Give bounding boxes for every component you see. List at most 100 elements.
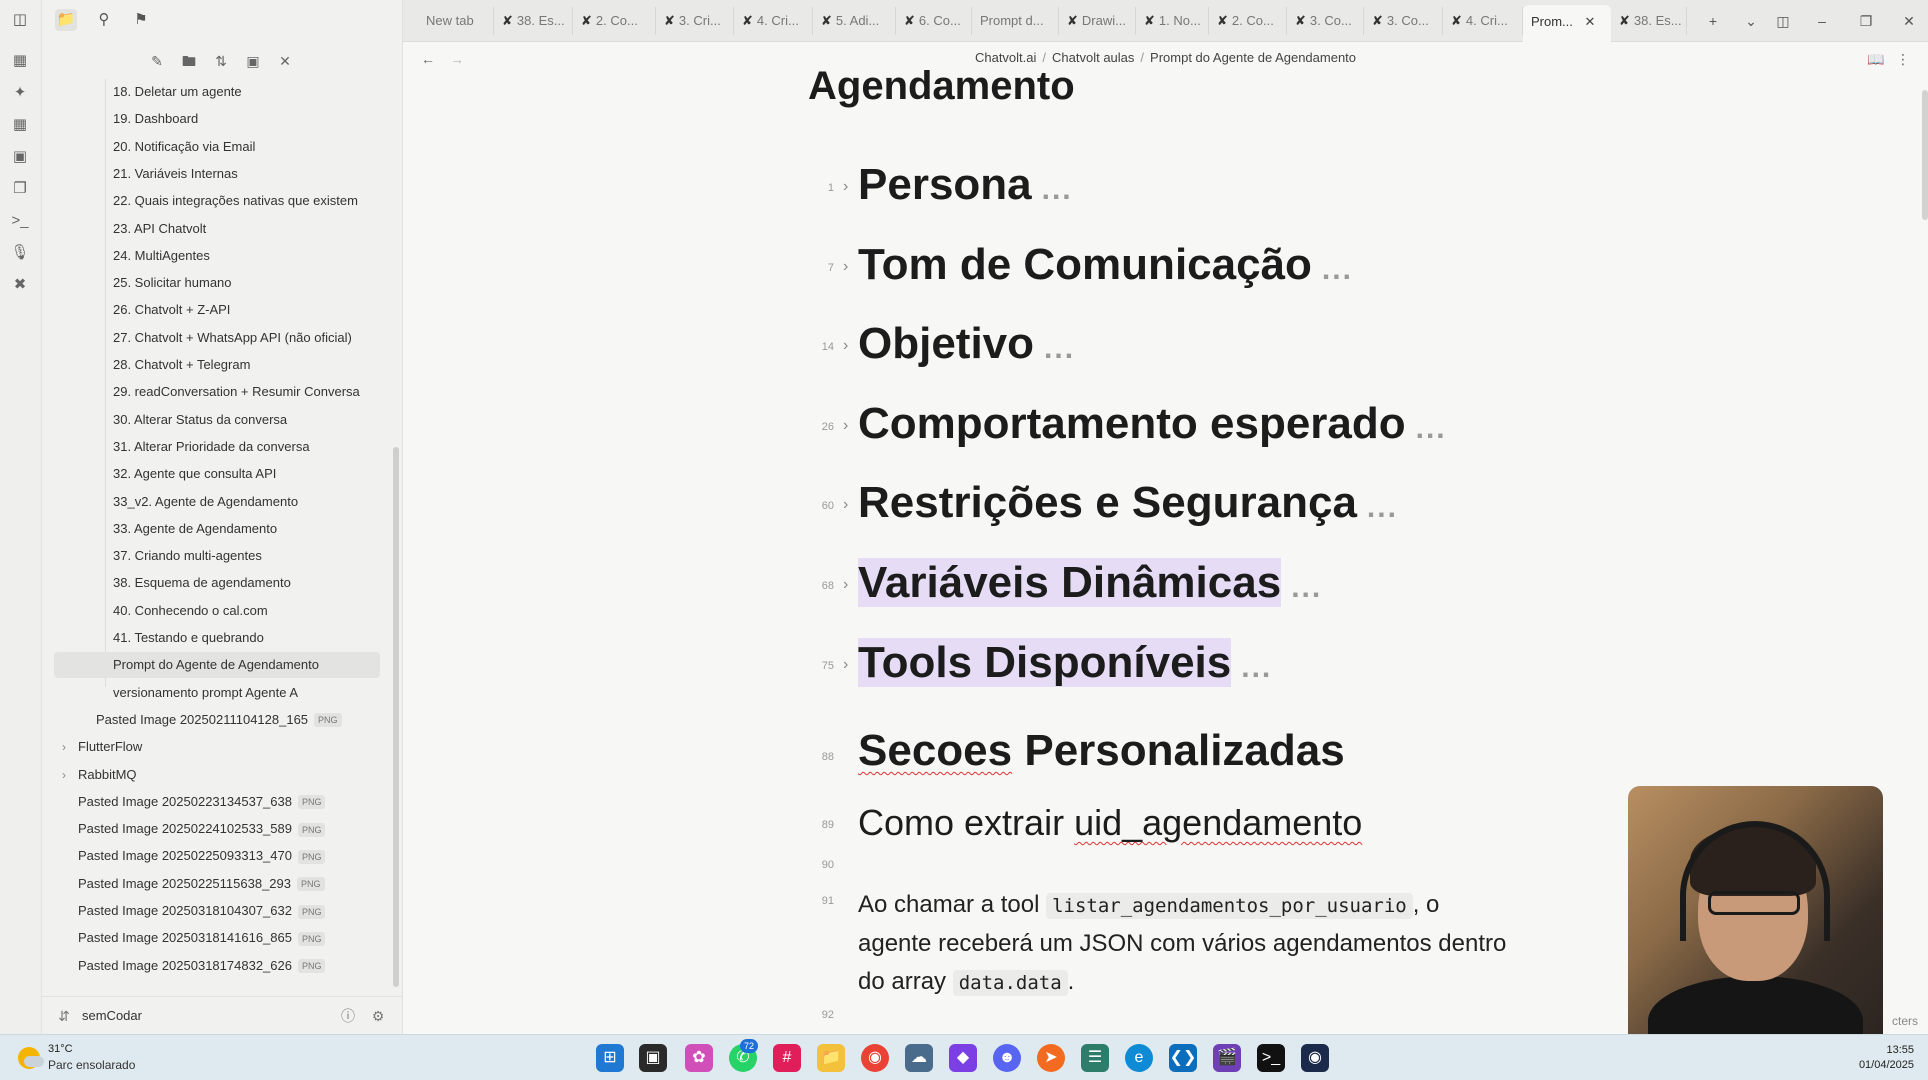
templates-icon[interactable]: ❐: [9, 178, 31, 200]
open-quick-switcher-icon[interactable]: ▦: [9, 50, 31, 72]
file-tree-item[interactable]: versionamento prompt Agente A: [54, 680, 380, 706]
tab-item[interactable]: ✘ 2. Co...: [1209, 7, 1287, 35]
file-tree-item[interactable]: 18. Deletar um agente: [54, 79, 380, 105]
new-note-icon[interactable]: ✎: [146, 50, 168, 72]
reading-view-icon[interactable]: 📖: [1866, 49, 1886, 69]
chevron-right-icon[interactable]: ›: [62, 734, 66, 760]
slack-icon[interactable]: #: [773, 1044, 801, 1072]
file-tree-item[interactable]: Pasted Image 20250225115638_293 PNG: [54, 871, 380, 897]
folded-content-indicator[interactable]: ...: [1044, 332, 1075, 365]
heading-secoes-personalizadas[interactable]: Secoes Personalizadas: [858, 726, 1345, 776]
folded-heading[interactable]: Tools Disponíveis...: [858, 638, 1272, 688]
help-icon[interactable]: ⓘ: [338, 1006, 358, 1026]
vault-switcher[interactable]: ⇵ semCodar ⓘ ⚙: [42, 996, 403, 1034]
file-tree-item[interactable]: 41. Testando e quebrando: [54, 625, 380, 651]
fold-chevron-icon[interactable]: ›: [843, 496, 848, 514]
files-icon[interactable]: 📁: [55, 9, 77, 31]
tab-item[interactable]: ✘ 4. Cri...: [734, 7, 813, 35]
settings-gear-icon[interactable]: ⚙: [368, 1006, 388, 1026]
vscode-icon[interactable]: ❮❯: [1169, 1044, 1197, 1072]
file-tree-item[interactable]: 28. Chatvolt + Telegram: [54, 352, 380, 378]
edge-icon[interactable]: e: [1125, 1044, 1153, 1072]
misspelled-word[interactable]: uid_agendamento: [1074, 802, 1362, 843]
file-tree-item[interactable]: 29. readConversation + Resumir Conversa: [54, 379, 380, 405]
chevron-right-icon[interactable]: ›: [62, 762, 66, 788]
collapse-icon[interactable]: ▣: [242, 50, 264, 72]
paragraph[interactable]: Ao chamar a tool listar_agendamentos_por…: [858, 886, 1518, 1002]
close-window-icon[interactable]: ✕: [1898, 10, 1920, 32]
close-all-icon[interactable]: ✕: [274, 50, 296, 72]
more-options-icon[interactable]: ⋮: [1893, 49, 1913, 69]
discord-icon[interactable]: ☻: [993, 1044, 1021, 1072]
tools-icon[interactable]: ✖: [9, 274, 31, 296]
task-view-icon[interactable]: ▣: [639, 1044, 667, 1072]
folded-content-indicator[interactable]: ...: [1241, 651, 1272, 684]
minimize-window-icon[interactable]: –: [1811, 10, 1833, 32]
postman-icon[interactable]: ➤: [1037, 1044, 1065, 1072]
toggle-sidebar-icon[interactable]: ◫: [9, 9, 31, 31]
tab-item[interactable]: ✘ 6. Co...: [896, 7, 972, 35]
system-clock[interactable]: 13:55 01/04/2025: [1859, 1043, 1914, 1073]
breadcrumb-item[interactable]: Chatvolt aulas: [1052, 50, 1134, 65]
tab-item[interactable]: ✘ 4. Cri...: [1443, 7, 1523, 35]
folded-heading[interactable]: Persona...: [858, 160, 1073, 210]
clapper-icon[interactable]: 🎬: [1213, 1044, 1241, 1072]
file-tree-item[interactable]: Pasted Image 20250318174832_626 PNG: [54, 953, 380, 979]
folded-heading[interactable]: Restrições e Segurança...: [858, 478, 1398, 528]
fold-chevron-icon[interactable]: ›: [843, 576, 848, 594]
file-tree-item[interactable]: 30. Alterar Status da conversa: [54, 407, 380, 433]
bookmark-icon[interactable]: ⚑: [130, 9, 152, 31]
misspelled-word[interactable]: Secoes: [858, 726, 1012, 775]
folded-heading[interactable]: Objetivo...: [858, 319, 1075, 369]
file-tree-item[interactable]: 21. Variáveis Internas: [54, 161, 380, 187]
file-tree-item[interactable]: 40. Conhecendo o cal.com: [54, 598, 380, 624]
chrome-icon[interactable]: ◉: [861, 1044, 889, 1072]
file-tree-item[interactable]: 23. API Chatvolt: [54, 216, 380, 242]
file-tree-item[interactable]: Pasted Image 20250223134537_638 PNG: [54, 789, 380, 815]
file-tree-item[interactable]: 25. Solicitar humano: [54, 270, 380, 296]
tab-item[interactable]: ✘ 2. Co...: [573, 7, 656, 35]
tab-item[interactable]: ✘ 3. Co...: [1287, 7, 1364, 35]
file-tree-item[interactable]: 26. Chatvolt + Z-API: [54, 297, 380, 323]
screen-capture-icon[interactable]: ◉: [1301, 1044, 1329, 1072]
obsidian-icon[interactable]: ◆: [949, 1044, 977, 1072]
command-palette-icon[interactable]: >_: [9, 210, 31, 232]
tab-item[interactable]: ✘ 1. No...: [1136, 7, 1209, 35]
file-tree-item[interactable]: 38. Esquema de agendamento: [54, 570, 380, 596]
tab-item[interactable]: ✘ 5. Adi...: [813, 7, 896, 35]
fold-chevron-icon[interactable]: ›: [843, 258, 848, 276]
folder-item[interactable]: › RabbitMQ: [54, 762, 380, 788]
folded-heading[interactable]: Variáveis Dinâmicas...: [858, 558, 1322, 608]
folded-content-indicator[interactable]: ...: [1322, 253, 1353, 286]
file-tree-item[interactable]: Pasted Image 20250224102533_589 PNG: [54, 816, 380, 842]
file-tree-item[interactable]: Pasted Image 20250225093313_470 PNG: [54, 843, 380, 869]
tab-item[interactable]: ✘ 3. Co...: [1364, 7, 1443, 35]
breadcrumb-item[interactable]: Chatvolt.ai: [975, 50, 1036, 65]
file-tree-item[interactable]: 33. Agente de Agendamento: [54, 516, 380, 542]
folded-content-indicator[interactable]: ...: [1042, 173, 1073, 206]
fold-chevron-icon[interactable]: ›: [843, 178, 848, 196]
audio-recorder-icon[interactable]: 🎙: [9, 242, 31, 264]
file-tree-item[interactable]: 37. Criando multi-agentes: [54, 543, 380, 569]
start-menu-icon[interactable]: ⊞: [596, 1044, 624, 1072]
tab-item[interactable]: Prompt d...: [972, 7, 1059, 35]
folded-content-indicator[interactable]: ...: [1416, 412, 1447, 445]
tab-item[interactable]: New tab: [418, 7, 494, 35]
file-tree-item[interactable]: 32. Agente que consulta API: [54, 461, 380, 487]
fold-chevron-icon[interactable]: ›: [843, 656, 848, 674]
stack-app-icon[interactable]: ☰: [1081, 1044, 1109, 1072]
tab-item[interactable]: Prom... ✕: [1523, 5, 1611, 42]
file-tree-item[interactable]: 33_v2. Agente de Agendamento: [54, 489, 380, 515]
file-tree-item[interactable]: 20. Notificação via Email: [54, 134, 380, 160]
folder-item[interactable]: › FlutterFlow: [54, 734, 380, 760]
restore-window-icon[interactable]: ❐: [1855, 10, 1877, 32]
fold-chevron-icon[interactable]: ›: [843, 417, 848, 435]
weather-widget[interactable]: 31°C Parc ensolarado: [14, 1043, 164, 1075]
graph-view-icon[interactable]: ✦: [9, 82, 31, 104]
vault-switch-icon[interactable]: ⇵: [54, 1006, 74, 1026]
tab-item[interactable]: ✘ 3. Cri...: [656, 7, 734, 35]
folded-heading[interactable]: Comportamento esperado...: [858, 399, 1447, 449]
sidebar-scrollbar[interactable]: [393, 447, 399, 987]
folded-content-indicator[interactable]: ...: [1367, 491, 1398, 524]
tab-item[interactable]: ✘ Drawi...: [1059, 7, 1136, 35]
